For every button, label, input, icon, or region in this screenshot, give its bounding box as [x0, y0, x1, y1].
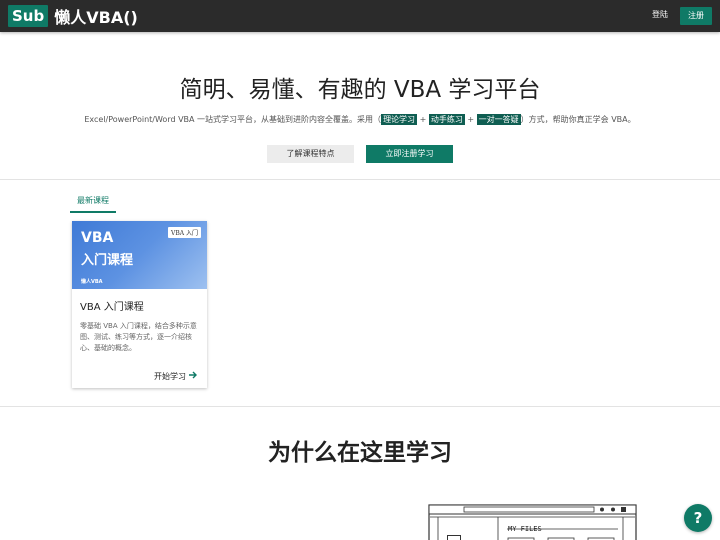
tag-theory: 理论学习: [381, 114, 418, 125]
hero-subtitle: Excel/PowerPoint/Word VBA 一站式学习平台，从基础到进阶…: [0, 114, 720, 125]
logo-badge: Sub: [8, 5, 49, 27]
login-link[interactable]: 登陆: [652, 9, 668, 20]
course-title: VBA 入门课程: [80, 302, 144, 313]
logo-text: 懒人VBA(): [54, 8, 138, 27]
banner-title: VBA: [81, 230, 114, 246]
tag-qa: 一对一答疑: [476, 114, 521, 125]
tab-latest-courses[interactable]: 最新课程: [70, 192, 116, 213]
hero-subtitle-post: ）方式，帮助你真正学会 VBA。: [520, 115, 636, 124]
section-divider: [0, 179, 720, 180]
top-navbar: Sub 懒人VBA() 登陆 注册: [0, 0, 720, 32]
hero-subtitle-pre: Excel/PowerPoint/Word VBA 一站式学习平台，从基础到进阶…: [84, 115, 382, 124]
start-learning-label: 开始学习: [154, 371, 186, 381]
learn-features-button[interactable]: 了解课程特点: [267, 145, 354, 163]
arrow-right-icon: [188, 370, 198, 382]
hero-title: 简明、易懂、有趣的 VBA 学习平台: [179, 77, 541, 103]
site-logo[interactable]: Sub 懒人VBA(): [8, 5, 138, 27]
register-now-button[interactable]: 立即注册学习: [366, 145, 453, 163]
banner-subtitle: 入门课程: [81, 253, 134, 268]
illustration-label: MY FILES: [508, 525, 542, 533]
help-button[interactable]: ?: [684, 504, 712, 532]
illustration-fragment: [447, 535, 461, 540]
course-description: 零基础 VBA 入门课程，结合多种示意图、测试、练习等方式，逐一介绍核心、基础的…: [80, 322, 197, 352]
course-card[interactable]: VBA 入门课程 VBA 入门 懒人VBA VBA 入门课程 零基础 VBA 入…: [72, 221, 207, 388]
banner-brand-logo: 懒人VBA: [81, 279, 103, 285]
banner-badge: VBA 入门: [168, 227, 201, 238]
plus-sign: +: [417, 115, 429, 124]
tag-practice: 动手练习: [428, 114, 465, 125]
start-learning-link[interactable]: 开始学习: [154, 370, 198, 382]
plus-sign: +: [464, 115, 477, 124]
course-banner: VBA 入门课程 VBA 入门 懒人VBA: [72, 221, 207, 289]
register-button[interactable]: 注册: [680, 7, 712, 25]
section-divider: [0, 406, 720, 407]
why-section-title: 为什么在这里学习: [268, 440, 452, 466]
